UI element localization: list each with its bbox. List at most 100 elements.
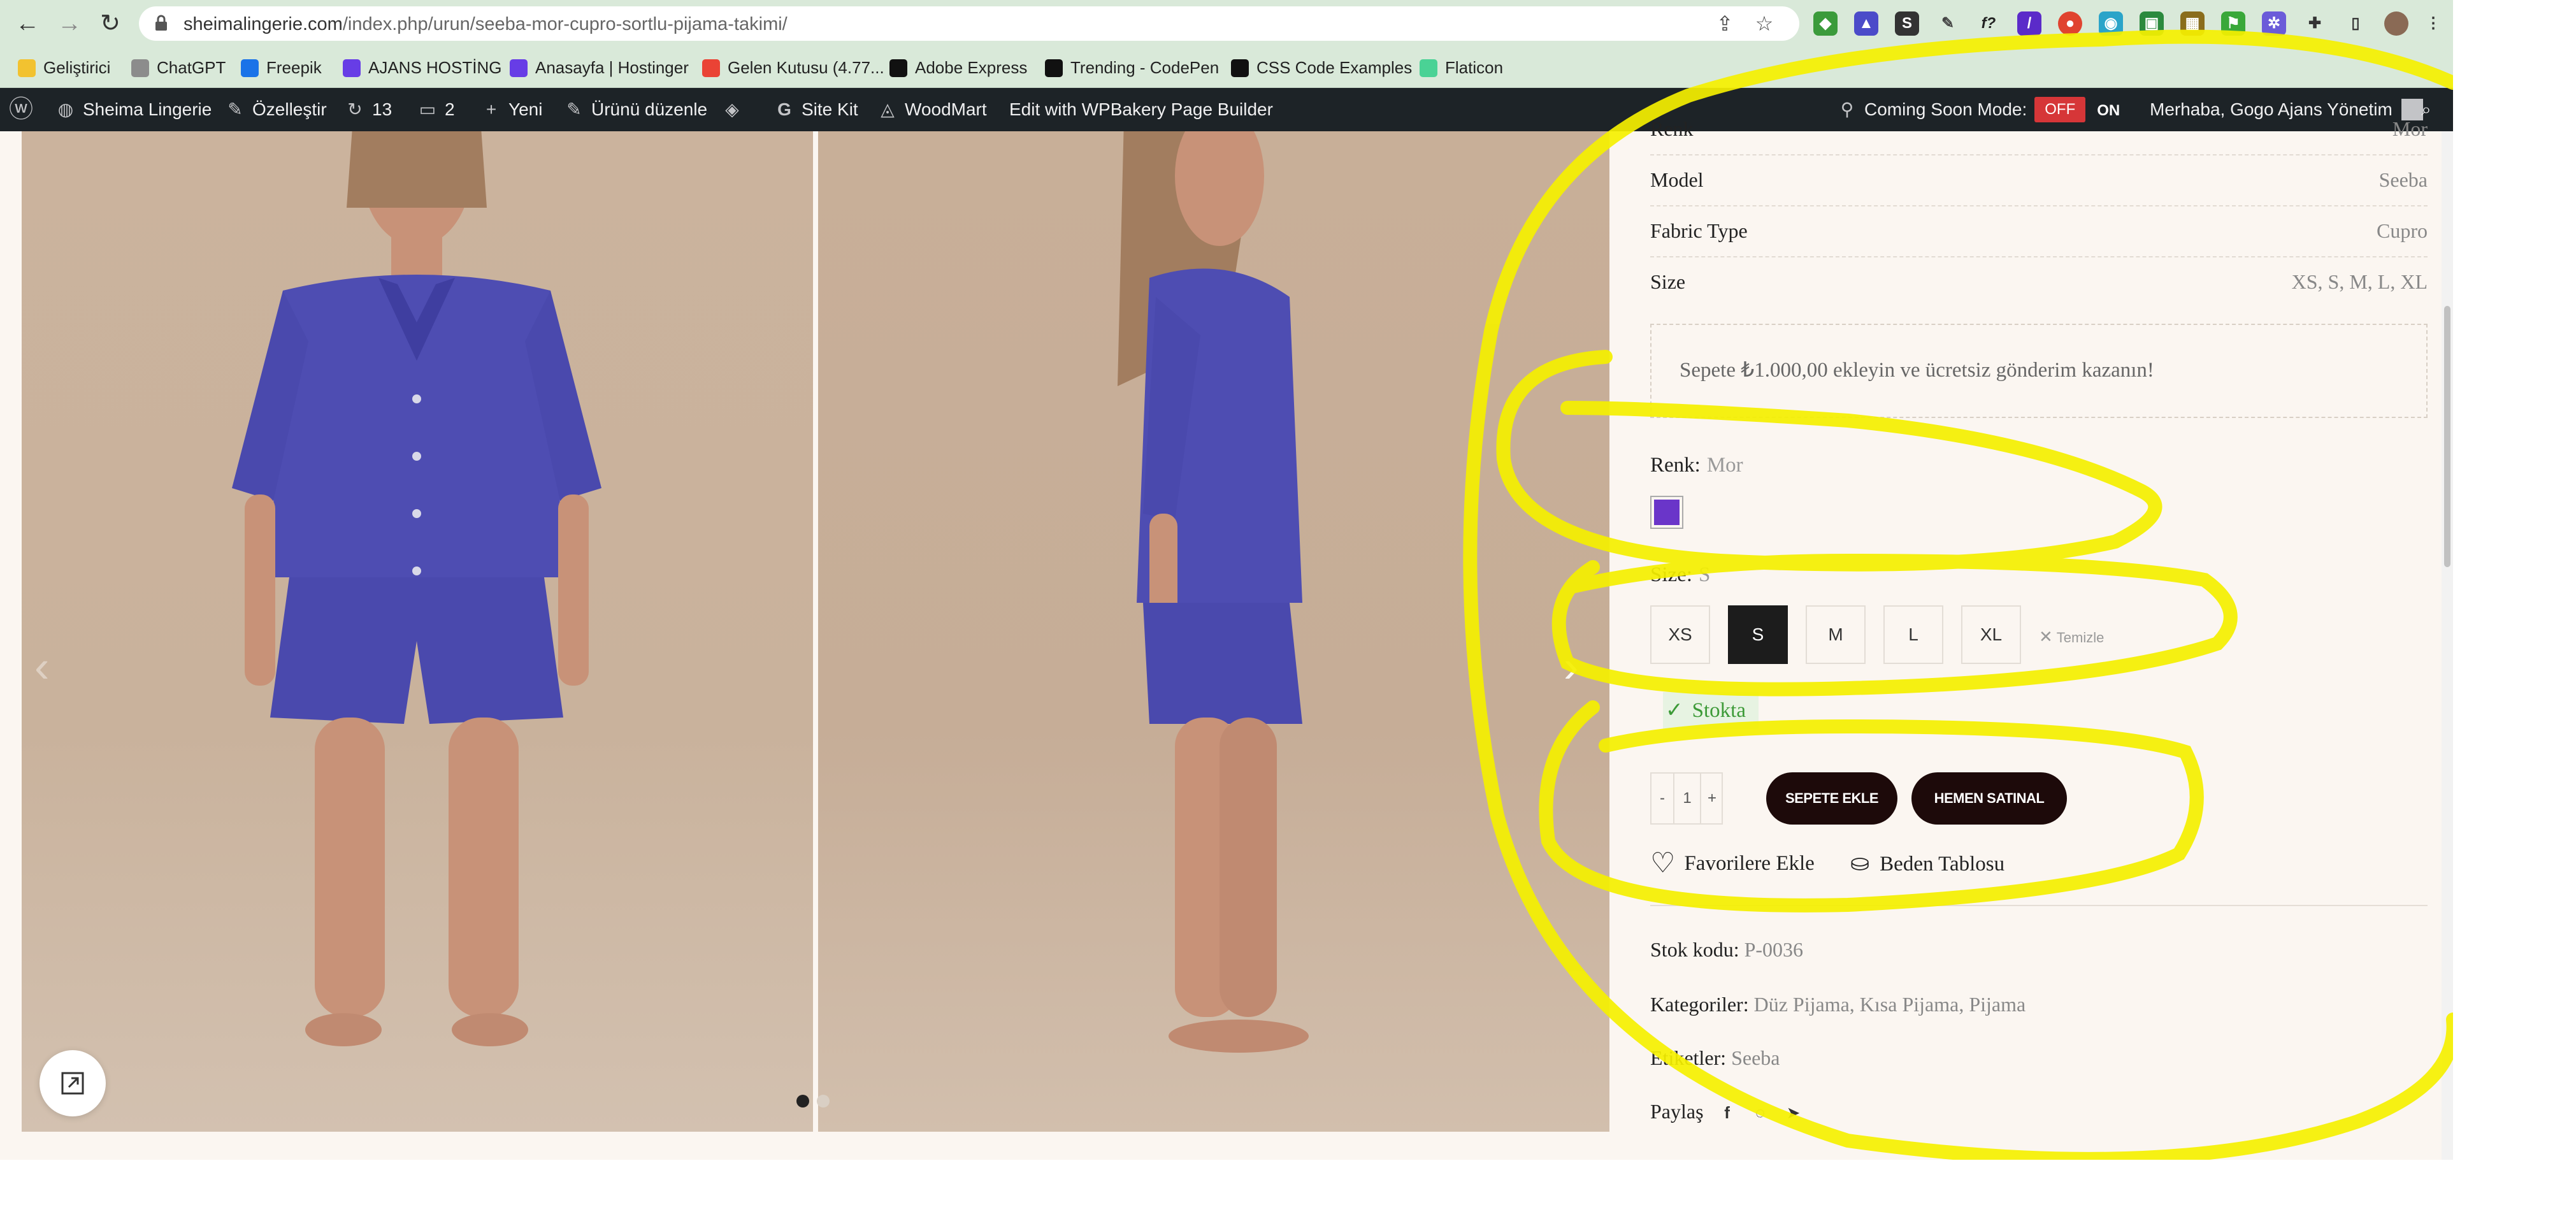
extension-icon[interactable]: ▲	[1854, 11, 1878, 36]
browser-toolbar: ← → ↻ sheimalingerie.com/index.php/urun/…	[0, 0, 2453, 47]
admin-wpbakery-link[interactable]: Edit with WPBakery Page Builder	[1009, 88, 1273, 131]
browser-viewport: ← → ↻ sheimalingerie.com/index.php/urun/…	[0, 0, 2453, 1160]
admin-sitekit-link[interactable]: G Site Kit	[775, 88, 858, 131]
bookmarks-bar: Geliştirici ChatGPT Freepik AJANS HOSTİNG An…	[0, 47, 2453, 88]
tags-row: Etiketler: Seeba	[1650, 1046, 1780, 1069]
bookmark-item[interactable]: CSS Code Examples	[1231, 56, 1412, 79]
stock-status: ✓ Stokta	[1663, 692, 1759, 729]
check-icon: ✓	[1666, 699, 1683, 722]
scrollbar-thumb[interactable]	[2444, 306, 2450, 567]
avatar[interactable]	[2384, 11, 2408, 36]
expand-icon	[61, 1072, 84, 1095]
bookmark-item[interactable]: Freepik	[241, 56, 322, 79]
bookmark-item[interactable]: ChatGPT	[131, 56, 226, 79]
product-image-front[interactable]	[22, 131, 813, 1132]
add-to-cart-button[interactable]: SEPETE EKLE	[1766, 772, 1897, 825]
extension-icon[interactable]: ◉	[2099, 11, 2123, 36]
bookmark-item[interactable]: AJANS HOSTİNG	[343, 56, 501, 79]
color-picker-icon[interactable]: ●	[2058, 11, 2082, 36]
qty-plus-button[interactable]: +	[1700, 774, 1723, 823]
admin-comments-link[interactable]: ▭ 2	[418, 88, 455, 131]
bookmark-label: CSS Code Examples	[1256, 58, 1413, 77]
gallery-dot-active[interactable]	[796, 1095, 809, 1107]
size-option-s[interactable]: S	[1728, 605, 1788, 664]
bookmark-label: ChatGPT	[157, 58, 226, 77]
bookmark-favicon-icon	[1420, 59, 1437, 77]
gallery-dot[interactable]	[817, 1095, 830, 1107]
admin-woodmart-link[interactable]: ◬ WoodMart	[878, 88, 986, 131]
category-links[interactable]: Düz Pijama, Kısa Pijama, Pijama	[1754, 993, 2026, 1016]
star-icon[interactable]: ☆	[1753, 13, 1775, 34]
reload-icon[interactable]: ↻	[96, 9, 125, 38]
bookmark-label: Geliştirici	[43, 58, 111, 77]
size-option-l[interactable]: L	[1883, 605, 1943, 664]
qty-input[interactable]: 1	[1674, 774, 1700, 823]
clear-selection-link[interactable]: ✕ Temizle	[2039, 627, 2104, 647]
bookmark-item[interactable]: Geliştirici	[18, 56, 110, 79]
telegram-icon[interactable]: ➤	[1784, 1103, 1803, 1123]
sidebar-icon[interactable]: ▯	[2343, 11, 2368, 36]
font-icon[interactable]: f?	[1976, 11, 2001, 36]
wishlist-link[interactable]: ♡ Favorilere Ekle	[1650, 848, 1815, 879]
back-icon[interactable]: ←	[13, 9, 42, 38]
extension-icon[interactable]: ◆	[1813, 11, 1838, 36]
extension-icon[interactable]: ▣	[2140, 11, 2164, 36]
scrollbar-track[interactable]	[2442, 131, 2453, 1160]
prev-image-arrow[interactable]: ‹	[34, 641, 49, 692]
eyedropper-icon[interactable]: ✎	[1936, 11, 1960, 36]
bookmark-item[interactable]: Gelen Kutusu (4.77...	[702, 56, 884, 79]
next-image-arrow[interactable]: ›	[1564, 641, 1578, 692]
bookmark-favicon-icon	[510, 59, 528, 77]
product-summary: Renk Mor Model Seeba Fabric Type Cupro Size…	[1650, 117, 2428, 1160]
buy-now-button[interactable]: HEMEN SATINAL	[1911, 772, 2067, 825]
refresh-icon: ↻	[347, 99, 363, 119]
admin-site-link[interactable]: ◍ Sheima Lingerie	[56, 88, 212, 131]
menu-icon[interactable]: ⋮	[2421, 11, 2445, 36]
tag-link[interactable]: Seeba	[1731, 1046, 1780, 1069]
bookmark-favicon-icon	[343, 59, 361, 77]
share-page-icon[interactable]: ⇪	[1714, 13, 1736, 34]
facebook-icon[interactable]: f	[1718, 1103, 1737, 1123]
bookmark-item[interactable]: Anasayfa | Hostinger	[510, 56, 689, 79]
puzzle-icon[interactable]: ✚	[2303, 11, 2327, 36]
whatsapp-icon[interactable]: ◌	[1751, 1103, 1770, 1123]
admin-edit-product-link[interactable]: ✎ Ürünü düzenle	[565, 88, 707, 131]
bookmark-favicon-icon	[889, 59, 907, 77]
extension-icon[interactable]: S	[1895, 11, 1919, 36]
bookmark-label: Flaticon	[1445, 58, 1504, 77]
categories-row: Kategoriler: Düz Pijama, Kısa Pijama, Pi…	[1650, 993, 2026, 1016]
extension-icon[interactable]: /	[2017, 11, 2041, 36]
diamond-icon[interactable]: ◈	[723, 88, 749, 131]
color-label: Renk: Mor	[1650, 454, 1743, 477]
wordpress-icon[interactable]: ⓦ	[9, 88, 36, 131]
bookmark-label: Gelen Kutusu (4.77...	[728, 58, 884, 77]
extension-icon[interactable]: ✲	[2262, 11, 2286, 36]
attribute-row-model: Model Seeba	[1650, 155, 2428, 206]
bookmark-favicon-icon	[702, 59, 720, 77]
size-option-xs[interactable]: XS	[1650, 605, 1710, 664]
admin-updates-link[interactable]: ↻ 13	[345, 88, 392, 131]
bookmark-label: AJANS HOSTİNG	[368, 58, 502, 77]
fullscreen-button[interactable]	[40, 1050, 106, 1116]
product-gallery: › ‹	[22, 131, 1609, 1132]
forward-icon[interactable]: →	[55, 9, 84, 38]
quantity-stepper: - 1 +	[1650, 772, 1723, 825]
qty-minus-button[interactable]: -	[1651, 774, 1674, 823]
size-option-m[interactable]: M	[1806, 605, 1866, 664]
admin-new-link[interactable]: + Yeni	[482, 88, 543, 131]
product-image-side[interactable]	[818, 131, 1609, 1132]
color-swatch-mor[interactable]	[1650, 496, 1683, 529]
google-icon: G	[777, 99, 791, 119]
admin-customize-link[interactable]: ✎ Özelleştir	[226, 88, 326, 131]
extension-icon[interactable]: ⚑	[2221, 11, 2245, 36]
extension-icon[interactable]: ▦	[2180, 11, 2205, 36]
bookmark-item[interactable]: Adobe Express	[889, 56, 1027, 79]
sku-row: Stok kodu: P-0036	[1650, 938, 1804, 961]
bookmark-label: Anasayfa | Hostinger	[535, 58, 689, 77]
address-bar[interactable]: sheimalingerie.com/index.php/urun/seeba-…	[139, 6, 1799, 41]
size-chart-link[interactable]: ⛀ Beden Tablosu	[1850, 848, 2004, 879]
bookmark-label: Trending - CodePen	[1070, 58, 1220, 77]
bookmark-item[interactable]: Trending - CodePen	[1045, 56, 1219, 79]
bookmark-item[interactable]: Flaticon	[1420, 56, 1503, 79]
size-option-xl[interactable]: XL	[1961, 605, 2021, 664]
